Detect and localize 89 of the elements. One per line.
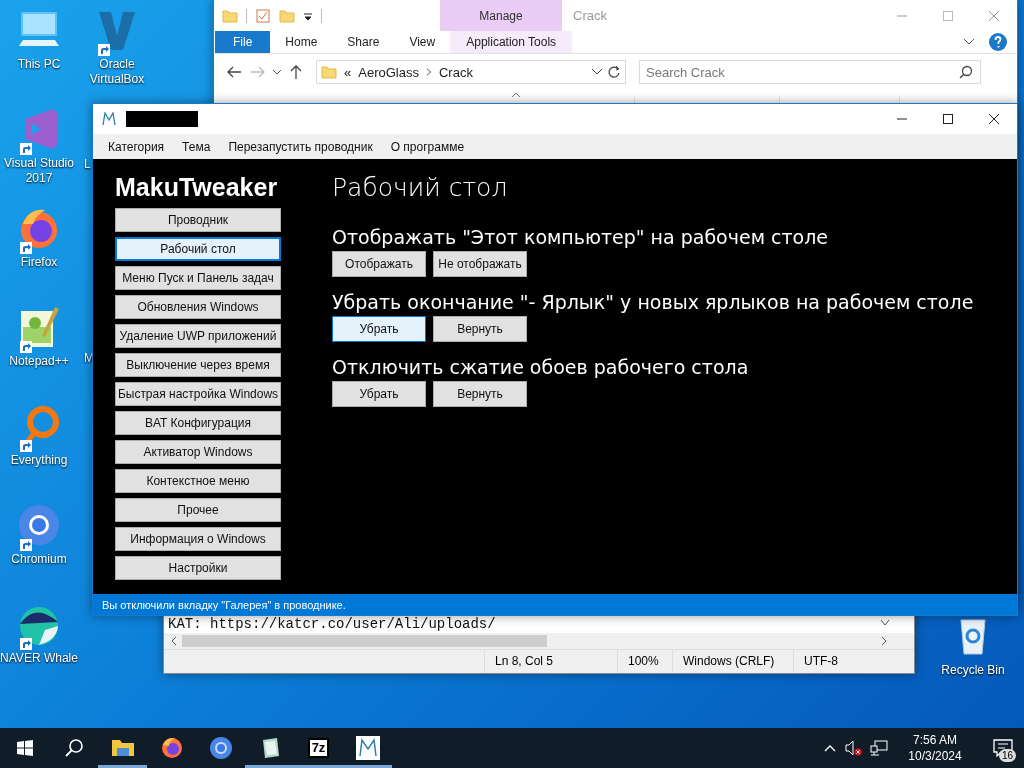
scroll-down-icon[interactable] xyxy=(880,619,890,627)
clock-date[interactable]: 10/3/2024 xyxy=(908,748,962,764)
action-button[interactable]: Не отображать xyxy=(433,251,527,277)
breadcrumb[interactable]: AeroGlass xyxy=(358,64,419,80)
section-heading: Отображать "Этот компьютер" на рабочем столе xyxy=(332,225,829,249)
sort-caret-icon[interactable] xyxy=(511,92,521,98)
nav-button[interactable]: Информация о Windows xyxy=(115,527,281,551)
nav-button[interactable]: Обновления Windows xyxy=(115,295,281,319)
back-arrow-icon[interactable] xyxy=(226,65,242,79)
icon-label: Everything xyxy=(9,453,69,468)
text-line: KAT: https://katcr.co/user/Ali/uploads/ xyxy=(168,616,496,632)
breadcrumb[interactable]: Crack xyxy=(438,64,473,80)
dropdown-icon[interactable] xyxy=(591,68,603,76)
chevron-up-icon[interactable] xyxy=(824,744,836,752)
icon-label: L xyxy=(84,157,92,172)
menu-item[interactable]: Перезапустить проводник xyxy=(219,139,382,154)
maximize-icon[interactable] xyxy=(943,114,953,124)
status-message: Вы отключили вкладку "Галерея" в проводнике. xyxy=(93,594,1017,615)
nav-button[interactable]: Проводник xyxy=(115,208,281,232)
search-field[interactable]: Search Crack xyxy=(639,60,981,84)
action-button[interactable]: Убрать xyxy=(332,381,426,407)
network-icon[interactable] xyxy=(870,740,888,756)
icon-label: Oracle VirtualBox xyxy=(88,57,146,87)
icon-label: Notepad++ xyxy=(8,354,70,369)
nav-button[interactable]: Контекстное меню xyxy=(115,469,281,493)
action-button[interactable]: Вернуть xyxy=(433,381,527,407)
action-button[interactable]: Вернуть xyxy=(433,316,527,342)
volume-muted-icon[interactable] xyxy=(844,740,862,756)
app-logo[interactable]: 7z xyxy=(307,738,330,758)
nav-button[interactable]: BAT Конфигурация xyxy=(115,411,281,435)
menu-item[interactable]: Категория xyxy=(99,139,174,154)
address-bar[interactable]: « AeroGlass Crack xyxy=(316,60,626,84)
firefox-icon[interactable] xyxy=(159,736,184,760)
chevron-right-icon xyxy=(425,68,432,76)
menu-item[interactable]: О программе xyxy=(381,139,474,154)
properties-icon[interactable] xyxy=(255,7,271,24)
app-logo-icon xyxy=(102,112,116,126)
app-logo-icon[interactable] xyxy=(355,736,380,760)
dropdown-icon[interactable] xyxy=(272,69,282,75)
nav-button[interactable]: Быстрая настройка Windows xyxy=(115,382,281,406)
nav-button[interactable]: Активатор Windows xyxy=(115,440,281,464)
icon-label: Chromium xyxy=(10,552,68,567)
status-text: 100% xyxy=(617,650,672,673)
ribbon-tab[interactable]: File xyxy=(215,31,271,53)
action-button[interactable]: Убрать xyxy=(332,316,426,342)
status-text: UTF-8 xyxy=(793,650,904,673)
close-icon[interactable] xyxy=(989,114,999,124)
icon-label: Firefox xyxy=(19,255,59,270)
scroll-right-icon[interactable] xyxy=(880,636,888,646)
notification-count: 16 xyxy=(998,749,1016,762)
nav-button[interactable]: Удаление UWP приложений xyxy=(115,324,281,348)
chevron-icon[interactable] xyxy=(963,38,975,46)
icon-label: This PC xyxy=(16,57,62,72)
ribbon-group-label: Manage xyxy=(440,0,562,31)
window-title: Crack xyxy=(573,8,607,23)
help-icon[interactable] xyxy=(989,33,1007,51)
icon-label: Recycle Bin xyxy=(940,663,1006,678)
status-text: Windows (CRLF) xyxy=(672,650,793,673)
folder-icon xyxy=(321,64,337,80)
scrollbar-thumb[interactable] xyxy=(182,635,547,647)
nav-button[interactable]: Меню Пуск и Панель задач xyxy=(115,266,281,290)
ribbon-tab[interactable]: View xyxy=(394,31,451,53)
nav-button[interactable]: Прочее xyxy=(115,498,281,522)
ribbon-tab[interactable]: Home xyxy=(270,31,333,53)
nav-button[interactable]: Рабочий стол xyxy=(115,237,281,261)
status-text: Ln 8, Col 5 xyxy=(484,650,617,673)
redaction-bar xyxy=(126,111,198,127)
search-icon[interactable] xyxy=(63,738,84,758)
section-heading: Убрать окончание "- Ярлык" у новых ярлыков на рабочем столе xyxy=(332,290,974,314)
page-title: Рабочий стол xyxy=(332,173,509,204)
section-heading: Отключить сжатие обоев рабочего стола xyxy=(332,355,750,379)
scroll-left-icon[interactable] xyxy=(170,636,178,646)
notification-icon[interactable] xyxy=(993,739,1013,757)
ribbon-tab[interactable]: Application Tools xyxy=(450,31,573,53)
nav-button[interactable]: Выключение через время xyxy=(115,353,281,377)
icon-label: Visual Studio 2017 xyxy=(3,156,75,186)
up-arrow-icon[interactable] xyxy=(289,64,303,80)
app-name: MakuTweaker xyxy=(115,173,279,203)
icon-label: NAVER Whale xyxy=(0,651,79,666)
action-button[interactable]: Отображать xyxy=(332,251,426,277)
nav-button[interactable]: Настройки xyxy=(115,556,281,580)
search-icon xyxy=(959,65,973,79)
chromium-icon[interactable] xyxy=(208,736,233,760)
clock-time[interactable]: 7:56 AM xyxy=(913,732,957,748)
ribbon-tab[interactable]: Share xyxy=(332,31,395,53)
windows-start-icon[interactable] xyxy=(16,740,33,756)
refresh-icon[interactable] xyxy=(607,65,621,79)
menu-item[interactable]: Тема xyxy=(173,139,220,154)
breadcrumb-overflow[interactable]: « xyxy=(344,64,352,80)
